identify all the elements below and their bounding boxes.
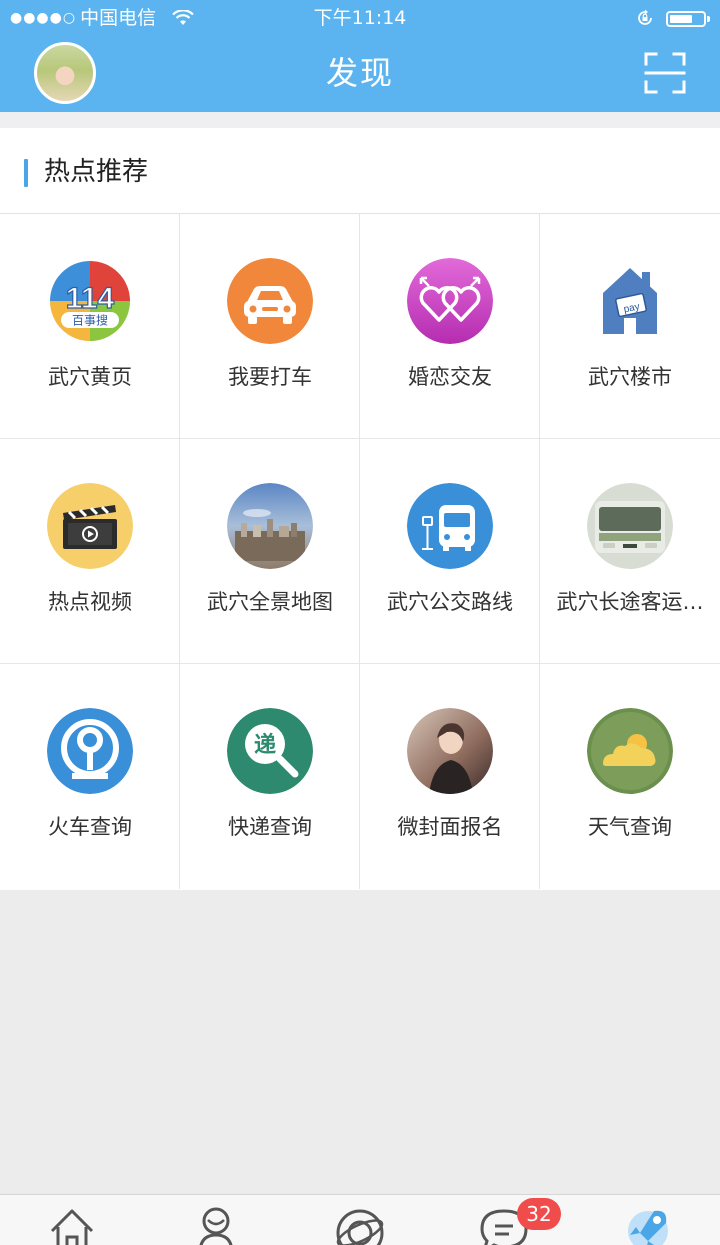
service-grid: 114 百事搜 武穴黄页 我要打车 婚恋交友 pay 武穴楼市 热点视频 武穴全… bbox=[0, 214, 720, 890]
video-clapper-icon bbox=[47, 483, 133, 569]
unread-messages-badge: 32 bbox=[517, 1198, 561, 1230]
house-pay-icon: pay bbox=[587, 258, 673, 344]
grid-item-express[interactable]: 递 快递查询 bbox=[180, 664, 360, 889]
cover-photo-icon bbox=[407, 708, 493, 794]
section-spacer bbox=[0, 112, 720, 128]
grid-item-train[interactable]: 火车查询 bbox=[0, 664, 180, 889]
item-label: 武穴黄页 bbox=[48, 365, 132, 389]
contacts-icon[interactable] bbox=[186, 1203, 246, 1245]
rotation-lock-icon bbox=[638, 9, 652, 25]
grid-item-taxi[interactable]: 我要打车 bbox=[180, 214, 360, 439]
grid-item-weather[interactable]: 天气查询 bbox=[540, 664, 720, 889]
section-header: 热点推荐 bbox=[0, 128, 720, 214]
item-label: 快递查询 bbox=[228, 815, 312, 839]
svg-text:百事搜: 百事搜 bbox=[72, 313, 108, 328]
rocket-icon[interactable] bbox=[618, 1203, 678, 1245]
grid-item-bus-routes[interactable]: 武穴公交路线 bbox=[360, 439, 540, 664]
yellow-pages-114-icon: 114 百事搜 bbox=[47, 258, 133, 344]
item-label: 武穴楼市 bbox=[588, 365, 672, 389]
svg-text:递: 递 bbox=[254, 732, 276, 758]
express-search-icon: 递 bbox=[227, 708, 313, 794]
item-label: 火车查询 bbox=[48, 815, 132, 839]
grid-item-panorama-map[interactable]: 武穴全景地图 bbox=[180, 439, 360, 664]
section-title: 热点推荐 bbox=[44, 157, 149, 187]
weather-cloud-sun-icon bbox=[587, 708, 673, 794]
discover-planet-icon[interactable] bbox=[330, 1203, 390, 1245]
svg-text:114: 114 bbox=[66, 282, 115, 315]
bus-stop-icon bbox=[407, 483, 493, 569]
item-label: 微封面报名 bbox=[397, 815, 503, 839]
page-title: 发现 bbox=[325, 54, 394, 92]
bottom-tab-bar bbox=[0, 1194, 720, 1245]
status-time: 下午11:14 bbox=[313, 7, 407, 29]
home-icon[interactable] bbox=[42, 1203, 102, 1245]
item-label: 我要打车 bbox=[228, 365, 312, 389]
grid-item-long-distance-bus[interactable]: 武穴长途客运… bbox=[540, 439, 720, 664]
grid-item-dating[interactable]: 婚恋交友 bbox=[360, 214, 540, 439]
item-label: 热点视频 bbox=[48, 590, 132, 614]
grid-item-property[interactable]: pay 武穴楼市 bbox=[540, 214, 720, 439]
app-header: ●●●●○ 中国电信 下午11:14 发现 bbox=[0, 0, 720, 112]
item-label: 武穴全景地图 bbox=[207, 590, 333, 614]
status-bar: ●●●●○ 中国电信 下午11:14 bbox=[0, 0, 720, 36]
panorama-map-photo-icon bbox=[227, 483, 313, 569]
grid-item-yellow-pages[interactable]: 114 百事搜 武穴黄页 bbox=[0, 214, 180, 439]
coach-bus-photo-icon bbox=[587, 483, 673, 569]
item-label: 武穴长途客运… bbox=[556, 590, 704, 614]
railway-logo-icon bbox=[47, 708, 133, 794]
hot-recommend-section: 热点推荐 114 百事搜 武穴黄页 我要打车 婚恋交友 pay 武穴楼市 热点视… bbox=[0, 128, 720, 890]
scan-qr-button[interactable] bbox=[644, 52, 686, 94]
item-label: 天气查询 bbox=[588, 815, 672, 839]
grid-item-video[interactable]: 热点视频 bbox=[0, 439, 180, 664]
battery-icon bbox=[666, 11, 710, 27]
grid-item-cover-signup[interactable]: 微封面报名 bbox=[360, 664, 540, 889]
item-label: 婚恋交友 bbox=[408, 365, 492, 389]
item-label: 武穴公交路线 bbox=[387, 590, 513, 614]
section-accent-bar bbox=[24, 159, 28, 187]
dating-hearts-icon bbox=[407, 258, 493, 344]
taxi-icon bbox=[227, 258, 313, 344]
